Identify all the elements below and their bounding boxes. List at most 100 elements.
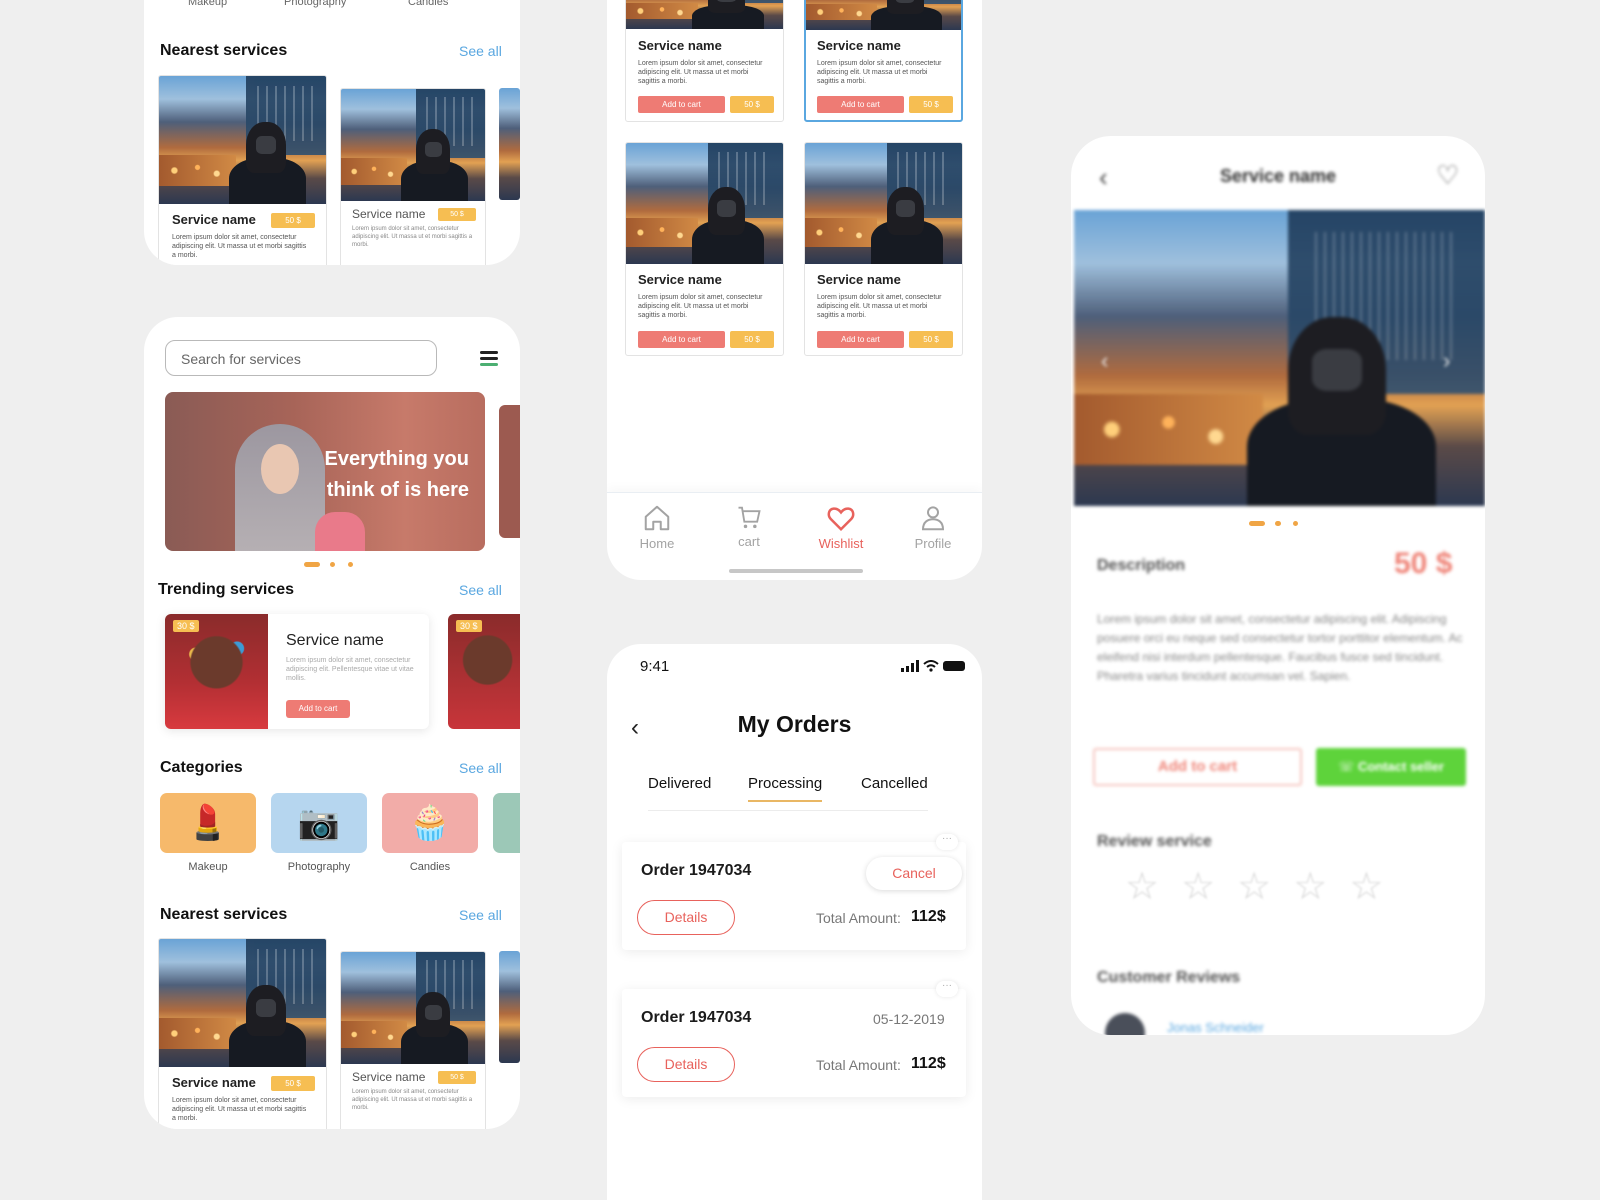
wishlist-item-selected[interactable]: Service name Lorem ipsum dolor sit amet,… — [804, 0, 963, 122]
price: 50 $ — [1394, 547, 1453, 580]
service-description: Lorem ipsum dolor sit amet, consectetur … — [638, 294, 763, 319]
category-partial[interactable] — [493, 793, 520, 853]
see-all-link[interactable]: See all — [459, 582, 502, 598]
service-photo — [626, 143, 783, 264]
carousel-prev-icon[interactable]: ‹ — [1101, 348, 1108, 374]
service-description: Lorem ipsum dolor sit amet, consectetur … — [817, 294, 942, 319]
avatar — [1105, 1013, 1145, 1035]
nearest-service-card[interactable]: Service name 50 $ Lorem ipsum dolor sit … — [340, 88, 486, 265]
total-label: Total Amount: — [816, 910, 901, 926]
tab-wishlist[interactable]: Wishlist — [806, 503, 876, 551]
order-card[interactable]: Order 1947034 05-12-2019 Details Total A… — [622, 989, 966, 1097]
star-icon[interactable]: ☆ — [1237, 864, 1271, 909]
camera-icon: 📷 — [297, 804, 341, 842]
category-label: Candies — [409, 861, 451, 873]
details-button[interactable]: Details — [637, 900, 735, 935]
home-icon — [644, 505, 670, 531]
see-all-link[interactable]: See all — [459, 43, 502, 59]
search-input[interactable]: Search for services — [165, 340, 437, 376]
service-description: Lorem ipsum dolor sit amet, consectetur … — [172, 1097, 307, 1122]
order-card[interactable]: Order 1947034 Cancel Details Total Amoun… — [622, 842, 966, 950]
tab-home[interactable]: Home — [622, 503, 692, 551]
page-title: My Orders — [737, 711, 852, 737]
see-all-link[interactable]: See all — [459, 760, 502, 776]
star-icon[interactable]: ☆ — [1349, 864, 1383, 909]
nearest-service-card[interactable]: Service name 50 $ Lorem ipsum dolor sit … — [158, 75, 327, 265]
heart-icon[interactable]: ♡ — [1436, 160, 1459, 191]
wishlist-item[interactable]: Service name Lorem ipsum dolor sit amet,… — [804, 142, 963, 356]
tab-delivered[interactable]: Delivered — [648, 775, 711, 792]
category-label: Photography — [287, 861, 351, 873]
see-all-link[interactable]: See all — [459, 907, 502, 923]
service-photo — [159, 939, 326, 1067]
carousel-dots — [1249, 521, 1309, 527]
wishlist-screen: Service name Lorem ipsum dolor sit amet,… — [607, 0, 982, 580]
nearest-service-card[interactable]: Service name 50 $ Lorem ipsum dolor sit … — [158, 938, 327, 1129]
service-name: Service name — [172, 212, 256, 227]
contact-seller-label: Contact seller — [1357, 759, 1444, 774]
tab-cancelled[interactable]: Cancelled — [861, 775, 928, 792]
whatsapp-icon: ☏ — [1338, 759, 1358, 774]
rating-stars[interactable]: ☆ ☆ ☆ ☆ ☆ — [1125, 864, 1405, 909]
banner-text-line1: Everything you — [324, 448, 469, 470]
contact-seller-button[interactable]: ☏ Contact seller — [1316, 748, 1466, 786]
total-label: Total Amount: — [816, 1057, 901, 1073]
service-photo — [341, 89, 485, 201]
tab-label: Profile — [914, 536, 952, 551]
add-to-cart-button[interactable]: Add to cart — [817, 96, 904, 113]
service-detail-screen: ‹ Service name ♡ ‹ › Description 50 $ Lo… — [1071, 136, 1485, 1035]
service-name: Service name — [817, 38, 901, 53]
wishlist-item[interactable]: Service name Lorem ipsum dolor sit amet,… — [625, 142, 784, 356]
service-name: Service name — [817, 272, 901, 287]
price-badge: 30 $ — [173, 620, 199, 632]
tab-label: cart — [738, 534, 760, 549]
service-description: Lorem ipsum dolor sit amet, consectetur … — [817, 60, 942, 85]
carousel-dots — [304, 562, 364, 568]
nearest-service-card[interactable]: Service name 50 $ Lorem ipsum dolor sit … — [340, 951, 486, 1129]
tab-processing[interactable]: Processing — [748, 775, 823, 802]
add-to-cart-button[interactable]: Add to cart — [638, 331, 725, 348]
add-to-cart-button[interactable]: Add to cart — [817, 331, 904, 348]
category-candies[interactable]: 🧁 — [382, 793, 478, 853]
total-amount: 112$ — [911, 1055, 946, 1072]
tab-cart[interactable]: cart — [714, 503, 784, 549]
home-screen-top: Makeup Photography Candies Nearest servi… — [144, 0, 520, 265]
service-description: Lorem ipsum dolor sit amet, consectetur … — [352, 226, 473, 248]
star-icon[interactable]: ☆ — [1181, 864, 1215, 909]
carousel-next-icon[interactable]: › — [1443, 348, 1450, 374]
category-makeup[interactable]: 💄 — [160, 793, 256, 853]
service-name: Service name — [638, 272, 722, 287]
category-photography[interactable]: 📷 — [271, 793, 367, 853]
bottom-tab-bar: Home cart Wishlist Profile — [607, 492, 982, 580]
wishlist-item[interactable]: Service name Lorem ipsum dolor sit amet,… — [625, 0, 784, 122]
service-description: Lorem ipsum dolor sit amet, consectetur … — [172, 234, 307, 259]
add-to-cart-button[interactable]: Add to cart — [638, 96, 725, 113]
service-photo — [626, 0, 783, 29]
trending-service-card[interactable]: 30 $ Service name Lorem ipsum dolor sit … — [165, 614, 429, 729]
cancel-button[interactable]: Cancel — [866, 857, 962, 890]
home-screen: Search for services Everything you think… — [144, 317, 520, 1129]
hamburger-menu-icon[interactable] — [480, 351, 498, 367]
cupcake-icon: 🧁 — [408, 804, 452, 842]
star-icon[interactable]: ☆ — [1125, 864, 1159, 909]
description-label: Description — [1097, 557, 1186, 574]
star-icon[interactable]: ☆ — [1293, 864, 1327, 909]
tab-profile[interactable]: Profile — [898, 503, 968, 551]
more-options-icon[interactable]: ··· — [936, 834, 958, 850]
details-button[interactable]: Details — [637, 1047, 735, 1082]
reviewer-name: Jonas Schneider — [1167, 1020, 1264, 1035]
promo-banner[interactable]: Everything you think of is here — [165, 392, 485, 551]
more-options-icon[interactable]: ··· — [936, 981, 958, 997]
order-number: Order 1947034 — [641, 862, 752, 879]
add-to-cart-button[interactable]: Add to cart — [286, 700, 350, 718]
service-photo — [159, 76, 326, 204]
price-badge: 50 $ — [730, 96, 774, 113]
service-photo — [806, 0, 961, 30]
service-photo-partial — [499, 88, 520, 200]
service-name: Service name — [352, 207, 426, 221]
categories-title: Categories — [160, 759, 243, 776]
add-to-cart-button[interactable]: Add to cart — [1093, 748, 1302, 786]
trending-card-partial: 30 $ — [448, 614, 520, 729]
home-indicator — [729, 569, 863, 573]
cart-icon — [738, 506, 761, 529]
